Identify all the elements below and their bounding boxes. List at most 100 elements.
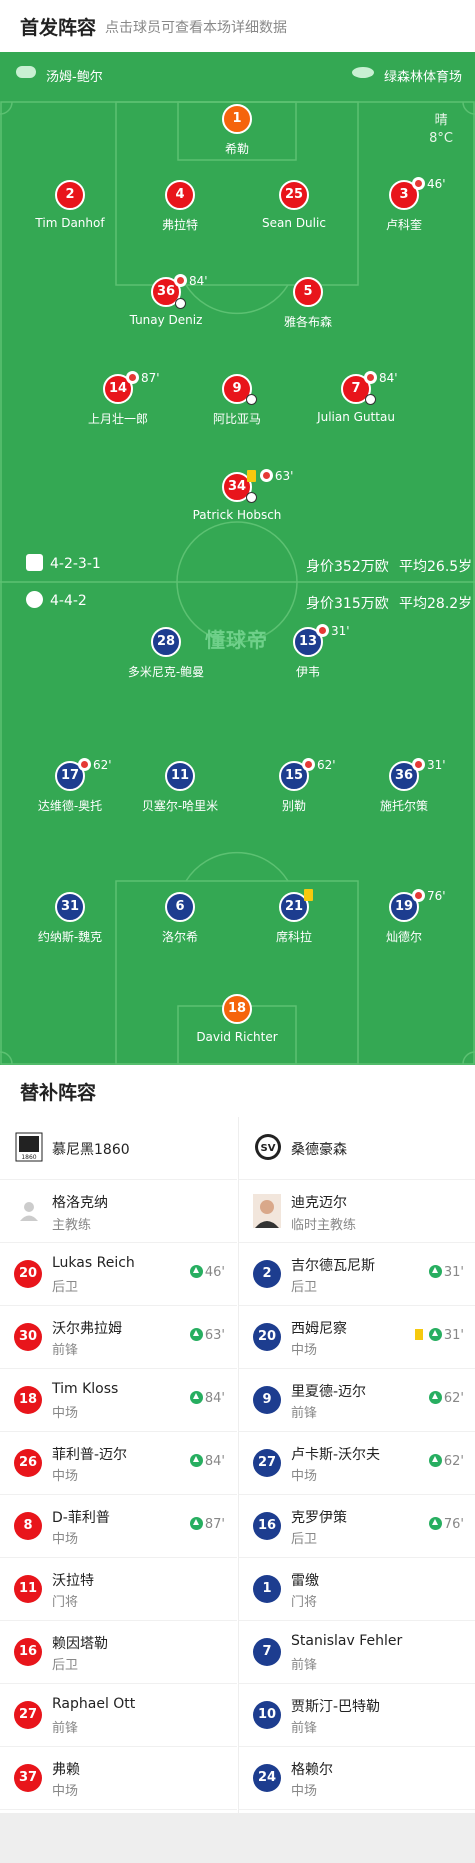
player-away-6[interactable]: 6 洛尔希 (120, 892, 240, 945)
player-position: 后卫 (52, 1658, 79, 1673)
bench-player-row[interactable]: 18 Tim Kloss 中场 84' (0, 1369, 237, 1432)
bench-away-team[interactable]: SV 桑德豪森 (239, 1117, 475, 1180)
coach-name: 格洛克纳 (52, 1195, 108, 1211)
player-position: 门将 (291, 1595, 318, 1610)
coach-photo-icon (253, 1194, 281, 1228)
player-number: 26 (14, 1449, 42, 1477)
bench-player-row[interactable]: 10 贾斯汀-巴特勒 前锋 (239, 1684, 475, 1747)
player-home-25[interactable]: 25 Sean Dulic (234, 180, 354, 230)
player-number: 6 (165, 892, 195, 922)
bench-player-row[interactable]: 20 Lukas Reich 后卫 46' (0, 1243, 237, 1306)
player-name: 吉尔德瓦尼斯 (291, 1258, 375, 1274)
player-position: 中场 (52, 1784, 79, 1799)
substitution-on-icon (189, 1517, 203, 1530)
player-home-14[interactable]: 14 上月壮一郎 (58, 374, 178, 427)
ball-icon (175, 298, 186, 309)
bench-player-row[interactable]: 16 克罗伊策 后卫 76' (239, 1495, 475, 1558)
player-position: 后卫 (291, 1532, 318, 1547)
bench-player-row[interactable]: 16 赖因塔勒 后卫 (0, 1621, 237, 1684)
home-avg-age: 平均26.5岁 (399, 559, 473, 575)
player-name: 上月壮一郎 (87, 412, 148, 426)
sub-on-time: 76' (428, 1517, 464, 1532)
player-position: 后卫 (291, 1280, 318, 1295)
player-away-21[interactable]: 21 席科拉 (234, 892, 354, 945)
player-away-15[interactable]: 15 别勒 (234, 761, 354, 814)
player-position: 中场 (291, 1343, 318, 1358)
bench-player-row[interactable]: 9 里夏德-迈尔 前锋 62' (239, 1369, 475, 1432)
player-home-3[interactable]: 3 卢科奎 (344, 180, 464, 233)
player-name: 洛尔希 (161, 930, 198, 944)
bench-player-row[interactable]: 37 弗赖中场 (0, 1747, 237, 1810)
player-number: 11 (14, 1575, 42, 1603)
coach-row[interactable]: 迪克迈尔 临时主教练 (239, 1180, 475, 1243)
bench-away-column: SV 桑德豪森 迪克迈尔 临时主教练 2 吉尔德瓦尼斯 后卫 31' 20 西姆尼察 中场 3… (238, 1117, 475, 1813)
match-info-row: 汤姆-鲍尔 绿森林体育场 (0, 52, 475, 96)
player-home-4[interactable]: 4 弗拉特 (120, 180, 240, 233)
bench-home-team[interactable]: 1860 慕尼黑1860 (0, 1117, 237, 1180)
sub-on-time: 87' (189, 1517, 225, 1532)
player-away-11[interactable]: 11 贝塞尔-哈里米 (120, 761, 240, 814)
coach-row[interactable]: 格洛克纳 主教练 (0, 1180, 237, 1243)
substitution-on-icon (189, 1391, 203, 1404)
svg-text:1860: 1860 (21, 1154, 36, 1161)
player-number: 1 (222, 104, 252, 134)
yellow-card-icon (304, 889, 313, 901)
player-number: 28 (151, 627, 181, 657)
substitution-on-icon (428, 1328, 442, 1341)
player-home-7[interactable]: 7 Julian Guttau (296, 374, 416, 424)
bench-player-row[interactable]: 24 格赖尔 中场 (239, 1747, 475, 1810)
player-away-17[interactable]: 17 达维德-奥托 (10, 761, 130, 814)
player-position: 前锋 (291, 1406, 318, 1421)
substitution-off-icon (412, 889, 425, 902)
sub-on-time: 31' (428, 1265, 464, 1280)
bench-player-row[interactable]: 7 Stanislav Fehler 前锋 (239, 1621, 475, 1684)
player-name: 西姆尼察 (291, 1321, 347, 1337)
substitution-on-icon (189, 1265, 203, 1278)
player-name: 约纳斯-魏克 (37, 930, 103, 944)
bench-player-row[interactable]: 30 沃尔弗拉姆 前锋 63' (0, 1306, 237, 1369)
substitution-on-icon (428, 1517, 442, 1530)
player-home-1[interactable]: 1 希勒 (177, 104, 297, 157)
bench-player-row[interactable]: 2 吉尔德瓦尼斯 后卫 31' (239, 1243, 475, 1306)
player-away-19[interactable]: 19 灿德尔 (344, 892, 464, 945)
home-team-summary: 4-2-3-1 身价352万欧 平均26.5岁 (0, 552, 475, 578)
bench-player-row[interactable]: 27 卢卡斯-沃尔夫 中场 62' (239, 1432, 475, 1495)
bench-player-row[interactable]: 11 沃拉特 门将 (0, 1558, 237, 1621)
player-name: Tunay Deniz (129, 313, 203, 327)
player-away-18[interactable]: 18 David Richter (177, 994, 297, 1044)
sub-on-time: 62' (428, 1454, 464, 1469)
player-name: 希勒 (224, 142, 249, 156)
player-number: 37 (14, 1764, 42, 1792)
player-number: 16 (253, 1512, 281, 1540)
player-number: 10 (253, 1701, 281, 1729)
player-number: 27 (14, 1701, 42, 1729)
player-number: 20 (14, 1260, 42, 1288)
player-home-9[interactable]: 9 阿比亚马 (177, 374, 297, 427)
coach-role: 主教练 (52, 1218, 92, 1233)
player-number: 27 (253, 1449, 281, 1477)
substitution-on-icon (428, 1265, 442, 1278)
sub-off-badge: 84' (364, 371, 398, 385)
bench-player-row[interactable]: 1 雷缴 门将 (239, 1558, 475, 1621)
player-home-5[interactable]: 5 雅各布森 (248, 277, 368, 330)
bench-player-row[interactable]: 20 西姆尼察 中场 31' (239, 1306, 475, 1369)
player-number: 2 (55, 180, 85, 210)
substitution-on-icon (428, 1391, 442, 1404)
player-home-2[interactable]: 2 Tim Danhof (10, 180, 130, 230)
bench-player-row[interactable]: 26 菲利普-迈尔 中场 84' (0, 1432, 237, 1495)
substitution-off-icon (364, 371, 377, 384)
away-team-summary: 4-4-2 身价315万欧 平均28.2岁 (0, 589, 475, 615)
player-away-36[interactable]: 36 施托尔策 (344, 761, 464, 814)
player-number: 31 (55, 892, 85, 922)
player-away-13[interactable]: 13 伊韦 (248, 627, 368, 680)
player-number: 7 (253, 1638, 281, 1666)
player-away-31[interactable]: 31 约纳斯-魏克 (10, 892, 130, 945)
player-away-28[interactable]: 28 多米尼克-鲍曼 (106, 627, 226, 680)
bench-player-row[interactable]: 27 Raphael Ott 前锋 (0, 1684, 237, 1747)
player-name: 弗赖 (52, 1762, 80, 1778)
player-position: 前锋 (52, 1343, 79, 1358)
bench-player-row[interactable]: 8 D-菲利普 中场 87' (0, 1495, 237, 1558)
sub-off-badge: 46' (412, 177, 446, 191)
player-home-36[interactable]: 36 Tunay Deniz (106, 277, 226, 327)
player-number: 5 (293, 277, 323, 307)
